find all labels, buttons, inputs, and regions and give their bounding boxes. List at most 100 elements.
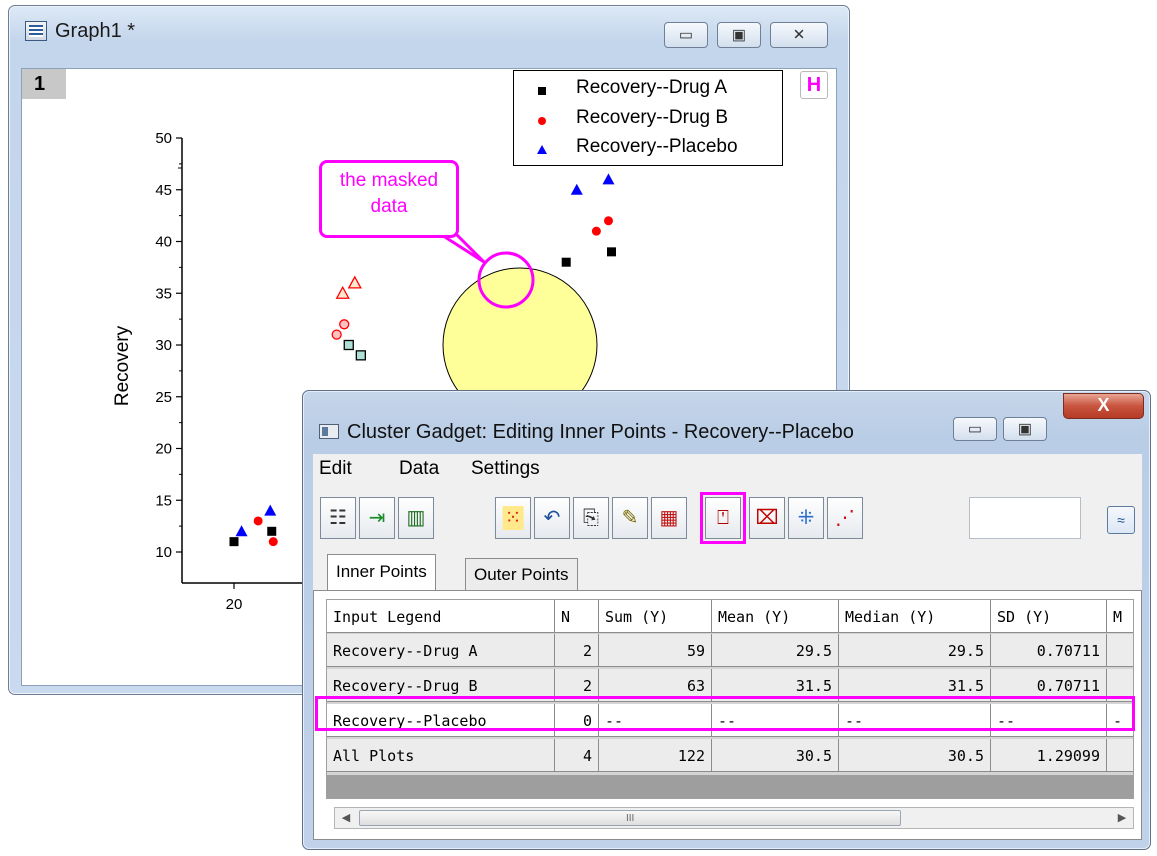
add-to-sheet-icon: ⇥ [368,507,386,529]
table-row[interactable]: All Plots 4 122 30.5 30.5 1.29099 [327,739,1133,772]
y-tick-label: 50 [155,130,172,147]
triangle-masked-point [335,285,350,299]
x-tick-label: 20 [226,596,243,613]
y-tick-label: 10 [155,544,172,561]
column-header[interactable]: N [555,600,599,633]
maximize-button[interactable]: ▣ [717,22,761,48]
unmask-points-icon: ⌧ [755,507,779,529]
merge-points-icon: ⁜ [797,507,815,529]
menu-bar: Edit Data Settings [313,454,1142,486]
minimize-icon: ▭ [967,420,983,438]
circle-marker-icon [538,117,546,125]
equalize-points-button[interactable]: ⋰ [827,497,863,539]
report-table-button[interactable]: ☷ [320,497,356,539]
circle-masked-point [339,319,350,330]
table-cell: 1.29099 [991,739,1107,772]
expand-button[interactable]: ≈ [1107,506,1135,534]
edit-wand-button[interactable]: ✎ [612,497,648,539]
column-header[interactable]: Median (Y) [839,600,991,633]
minimize-button[interactable]: ▭ [664,22,708,48]
highlighted-row-outline [315,696,1135,731]
column-header[interactable]: Sum (Y) [599,600,712,633]
tab-strip: Inner Points Outer Points [313,552,1142,592]
table-cell: All Plots [327,739,555,772]
table-cell: Recovery--Drug A [327,634,555,667]
triangle-data-point [602,173,615,185]
triangle-data-point [264,504,277,516]
triangle-data-point [570,183,583,195]
menu-edit[interactable]: Edit [319,458,352,480]
copy-icon: ⎘ [583,507,599,529]
graph-window-icon [25,21,47,41]
y-tick-label: 20 [155,441,172,458]
tab-outer-points[interactable]: Outer Points [465,558,578,590]
column-header[interactable]: SD (Y) [991,600,1107,633]
copy-button[interactable]: ⎘ [573,497,609,539]
menu-settings[interactable]: Settings [471,458,540,480]
worksheet-icon: ▥ [406,507,426,529]
y-tick-label: 30 [155,337,172,354]
scroll-left-icon[interactable]: ◀ [336,809,356,827]
circle-data-point [253,516,263,526]
y-tick-label: 40 [155,234,172,251]
scroll-grip-icon: III [626,813,635,824]
delete-sheet-icon: ▦ [659,507,679,529]
horizontal-scrollbar[interactable]: ◀ III ▶ [334,807,1134,829]
unmask-points-button[interactable]: ⌧ [749,497,785,539]
circle-data-point [268,537,278,547]
scroll-thumb[interactable]: III [359,810,901,826]
table-row[interactable]: Recovery--Drug A 2 59 29.5 29.5 0.70711 [327,634,1133,667]
scroll-right-icon[interactable]: ▶ [1112,809,1132,827]
triangle-marker-icon [537,145,547,154]
gadget-minimize-button[interactable]: ▭ [953,417,997,441]
undo-icon: ↶ [543,507,561,529]
worksheet-button[interactable]: ▥ [398,497,434,539]
table-cell: 59 [599,634,712,667]
table-cell: 122 [599,739,712,772]
column-header[interactable]: M [1107,600,1133,633]
square-masked-point [355,350,366,361]
circle-data-point [603,216,613,226]
close-icon: X [1097,395,1110,416]
masked-data-callout: the masked data [319,160,459,238]
table-cell: 30.5 [712,739,839,772]
close-button[interactable]: ✕ [770,22,828,48]
column-header[interactable]: Mean (Y) [712,600,839,633]
graph-window-title: Graph1 * [55,20,136,42]
square-data-point [267,526,277,536]
triangle-data-point [235,525,248,537]
square-data-point [229,537,239,547]
menu-data[interactable]: Data [399,458,439,480]
delete-sheet-button[interactable]: ▦ [651,497,687,539]
gadget-window-title: Cluster Gadget: Editing Inner Points - R… [347,421,854,443]
mask-points-icon: ⍞ [717,507,729,529]
y-axis-label: Recovery [112,325,133,406]
square-data-point [607,247,616,257]
select-points-icon: ⁙ [502,506,524,530]
maximize-icon: ▣ [1017,420,1033,438]
table-cell: 29.5 [712,634,839,667]
y-tick-label: 25 [155,389,172,406]
tab-inner-points[interactable]: Inner Points [327,554,436,592]
table-cell [1107,739,1133,772]
select-points-button[interactable]: ⁙ [495,497,531,539]
merge-points-button[interactable]: ⁜ [788,497,824,539]
undo-button[interactable]: ↶ [534,497,570,539]
legend[interactable]: Recovery--Drug A Recovery--Drug B Recove… [513,70,783,166]
maximize-icon: ▣ [731,26,747,44]
circle-data-point [591,226,601,236]
gadget-maximize-button[interactable]: ▣ [1003,417,1047,441]
report-table-icon: ☷ [329,507,347,529]
add-to-sheet-button[interactable]: ⇥ [359,497,395,539]
table-cell: 29.5 [839,634,991,667]
y-tick-label: 45 [155,182,172,199]
square-masked-point [343,339,354,351]
toolbar-input[interactable] [969,497,1081,539]
y-tick-label: 15 [155,492,172,509]
mask-points-button[interactable]: ⍞ [700,492,746,544]
triangle-masked-point [347,275,362,289]
square-data-point [561,257,571,267]
gadget-close-button[interactable]: X [1063,393,1144,419]
square-marker-icon [538,87,546,95]
column-header[interactable]: Input Legend [327,600,555,633]
